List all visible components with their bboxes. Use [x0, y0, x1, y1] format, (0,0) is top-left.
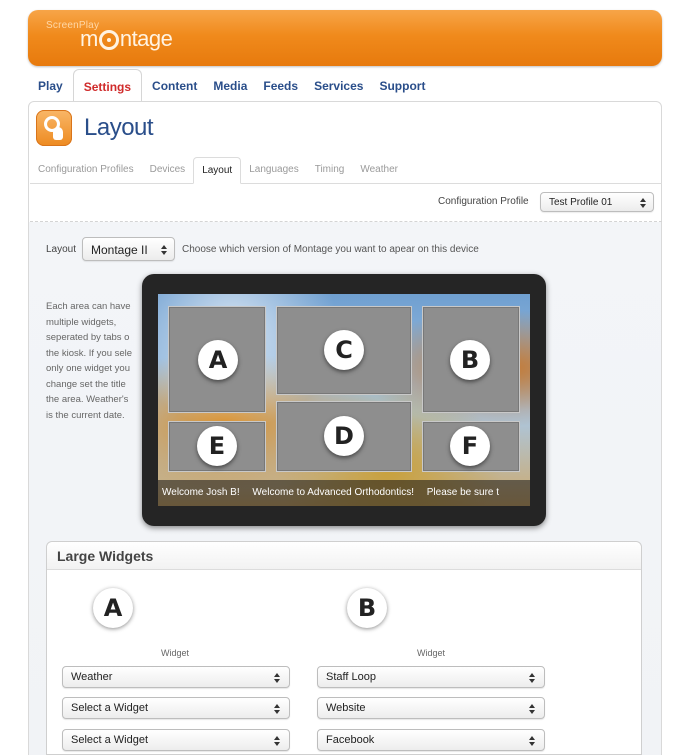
tab-timing[interactable]: Timing: [307, 164, 353, 183]
config-profile-label: Configuration Profile: [438, 196, 529, 207]
widget-b-select-3[interactable]: Facebook: [317, 729, 545, 751]
widget-a-select-3[interactable]: Select a Widget: [62, 729, 290, 751]
tab-configuration-profiles[interactable]: Configuration Profiles: [30, 164, 142, 183]
column-b-badge: B: [347, 588, 387, 628]
tab-weather[interactable]: Weather: [352, 164, 406, 183]
brand-prefix: m: [80, 26, 98, 51]
tab-devices[interactable]: Devices: [142, 164, 194, 183]
logo-swirl-icon: [98, 30, 119, 50]
select-arrows-icon: [273, 734, 281, 748]
zone-c-label: C: [324, 330, 364, 370]
nav-services[interactable]: Services: [306, 79, 371, 102]
widget-b-select-1-value: Staff Loop: [326, 671, 376, 683]
select-arrows-icon: [639, 196, 647, 210]
select-arrows-icon: [528, 734, 536, 748]
settings-subtabs: Configuration Profiles Devices Layout La…: [30, 154, 662, 184]
nav-feeds[interactable]: Feeds: [255, 79, 306, 102]
ticker-message: Please be sure t: [426, 487, 500, 498]
zone-c[interactable]: C: [276, 306, 412, 395]
zone-e-label: E: [197, 426, 237, 466]
divider: [30, 221, 662, 222]
widget-a-select-2[interactable]: Select a Widget: [62, 697, 290, 719]
nav-play[interactable]: Play: [30, 79, 71, 102]
description-line: change set the title: [46, 378, 126, 390]
zone-e[interactable]: E: [168, 421, 266, 472]
zone-a-label: A: [198, 340, 238, 380]
zone-d[interactable]: D: [276, 401, 412, 472]
description-line: Each area can have: [46, 301, 131, 312]
layout-help-text: Choose which version of Montage you want…: [182, 244, 479, 255]
page-title: Layout: [84, 114, 154, 141]
description-line: is the current date.: [46, 409, 125, 421]
zone-b-label: B: [450, 340, 490, 380]
layout-page-icon: [36, 110, 72, 146]
select-arrows-icon: [273, 671, 281, 685]
large-widgets-panel: Large Widgets A Widget Weather Select a …: [46, 541, 642, 755]
tab-layout[interactable]: Layout: [193, 157, 242, 184]
description-line: the area. Weather's: [46, 394, 129, 405]
large-widgets-title: Large Widgets: [47, 542, 641, 570]
widget-a-select-3-value: Select a Widget: [71, 734, 149, 746]
description-line: the kiosk. If you sele: [46, 347, 133, 359]
select-arrows-icon: [528, 702, 536, 716]
layout-description: Each area can have multiple widgets, sep…: [46, 299, 156, 423]
nav-settings[interactable]: Settings: [72, 69, 143, 102]
layout-value: Montage II: [91, 243, 148, 257]
select-arrows-icon: [160, 243, 168, 257]
column-b-widget-label: Widget: [416, 648, 445, 658]
widget-b-select-2-value: Website: [326, 702, 366, 714]
select-arrows-icon: [528, 671, 536, 685]
nav-media[interactable]: Media: [205, 79, 255, 102]
description-line: seperated by tabs o: [46, 332, 130, 343]
layout-select[interactable]: Montage II: [82, 237, 175, 261]
zone-f[interactable]: F: [422, 421, 520, 472]
zone-d-label: D: [324, 416, 364, 456]
layout-label: Layout: [46, 244, 77, 255]
widget-a-select-1-value: Weather: [71, 671, 113, 683]
device-screen: A C B D E F Welcome Josh B! Welcome to A…: [158, 294, 530, 506]
description-line: only one widget you: [46, 363, 130, 374]
widget-a-select-2-value: Select a Widget: [71, 702, 149, 714]
device-preview: A C B D E F Welcome Josh B! Welcome to A…: [142, 274, 546, 526]
widget-a-select-1[interactable]: Weather: [62, 666, 290, 688]
zone-a[interactable]: A: [168, 306, 266, 413]
brand-logo[interactable]: m ntage: [80, 26, 173, 52]
zone-b[interactable]: B: [422, 306, 520, 413]
select-arrows-icon: [273, 702, 281, 716]
column-a-badge: A: [93, 588, 133, 628]
ticker-bar: Welcome Josh B! Welcome to Advanced Orth…: [158, 480, 530, 506]
widget-b-select-2[interactable]: Website: [317, 697, 545, 719]
config-profile-value: Test Profile 01: [549, 197, 613, 208]
nav-support[interactable]: Support: [371, 79, 433, 102]
widget-b-select-3-value: Facebook: [326, 734, 375, 746]
ticker-message: Welcome Josh B!: [162, 487, 240, 498]
description-line: multiple widgets,: [46, 316, 117, 328]
ticker-message: Welcome to Advanced Orthodontics!: [252, 487, 414, 498]
config-profile-select[interactable]: Test Profile 01: [540, 192, 654, 212]
column-a-widget-label: Widget: [160, 648, 189, 658]
zone-f-label: F: [450, 426, 490, 466]
brand-suffix: ntage: [119, 26, 173, 51]
nav-content[interactable]: Content: [144, 79, 205, 102]
main-nav: Play Settings Content Media Feeds Servic…: [30, 69, 433, 102]
tab-languages[interactable]: Languages: [241, 164, 307, 183]
widget-b-select-1[interactable]: Staff Loop: [317, 666, 545, 688]
